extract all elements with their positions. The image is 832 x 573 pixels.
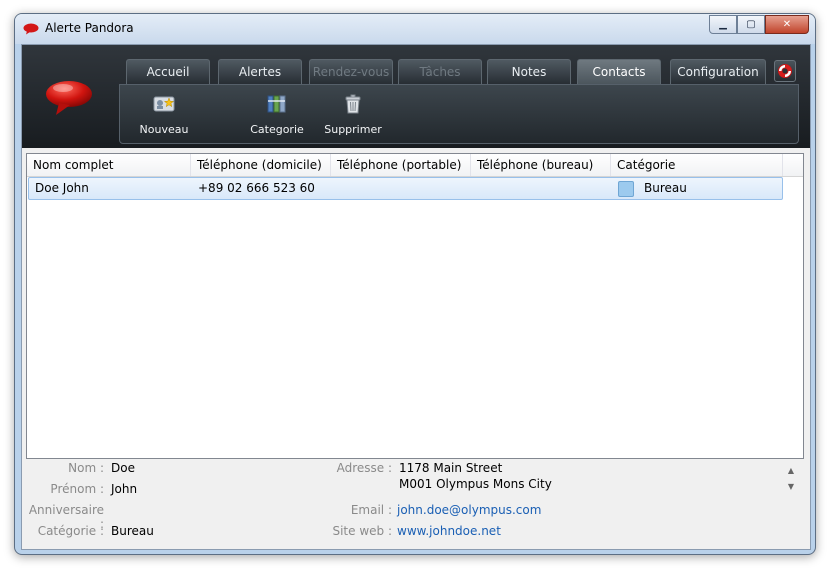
lifebuoy-icon [778,64,792,78]
value-adresse-line2: M001 Olympus Mons City [399,477,552,491]
trash-icon [345,94,361,114]
email-link[interactable]: john.doe@olympus.com [397,503,541,517]
tab-accueil[interactable]: Accueil [126,59,210,84]
column-header-phone-home[interactable]: Téléphone (domicile) [191,154,331,176]
contact-details-panel: Nom : Doe Prénom : John Anniversaire : C… [22,461,810,549]
label-email: Email : [350,503,392,517]
client-area: Accueil Alertes Rendez-vous Tâches Notes… [21,44,811,550]
tab-taches[interactable]: Tâches [398,59,482,84]
table-row[interactable]: Doe John +89 02 666 523 60 Bureau [28,177,783,200]
tab-rendez-vous[interactable]: Rendez-vous [309,59,393,84]
new-contact-label: Nouveau [139,123,189,136]
app-window: Alerte Pandora ▁ ▢ ✕ Accueil Alertes Ren… [14,13,816,555]
label-categorie: Catégorie : [37,524,104,538]
cell-phone-mobile [332,178,472,199]
window-controls: ▁ ▢ ✕ [709,15,809,34]
maximize-icon: ▢ [746,19,756,30]
title-bar[interactable]: Alerte Pandora ▁ ▢ ✕ [15,14,815,44]
speech-bubble-icon [23,23,39,35]
scroll-up-icon[interactable]: ▲ [784,463,798,479]
label-nom: Nom : [68,461,104,475]
tab-configuration[interactable]: Configuration [670,59,766,84]
label-site-web: Site web : [332,524,392,538]
cell-category: Bureau [612,178,778,199]
delete-label: Supprimer [324,123,382,136]
tab-contacts[interactable]: Contacts [577,59,661,85]
cell-full-name: Doe John [35,181,89,195]
contacts-toolbar: Nouveau Categorie Supprimer [119,84,799,144]
cell-phone-home: +89 02 666 523 60 [198,181,315,195]
close-icon: ✕ [782,19,792,30]
grid-header: Nom complet Téléphone (domicile) Télépho… [27,154,803,177]
category-books-icon [267,95,286,113]
maximize-button[interactable]: ▢ [737,15,765,34]
details-scrollbar[interactable]: ▲ ▼ [784,463,798,497]
value-nom: Doe [111,461,135,475]
column-header-category[interactable]: Catégorie [611,154,783,176]
column-header-phone-mobile[interactable]: Téléphone (portable) [331,154,471,176]
cell-phone-office [472,178,612,199]
minimize-icon: ▁ [719,19,727,30]
new-contact-button[interactable]: Nouveau [124,93,204,136]
website-link[interactable]: www.johndoe.net [397,524,501,538]
label-prenom: Prénom : [50,482,104,496]
column-header-phone-office[interactable]: Téléphone (bureau) [471,154,611,176]
app-header: Accueil Alertes Rendez-vous Tâches Notes… [22,45,810,148]
label-adresse: Adresse : [336,461,392,475]
contacts-grid: Nom complet Téléphone (domicile) Télépho… [26,153,804,459]
window-title: Alerte Pandora [45,21,134,35]
delete-button[interactable]: Supprimer [313,93,393,136]
category-label: Categorie [250,123,304,136]
pandora-logo-icon [46,81,92,115]
new-contact-icon [153,96,175,112]
scroll-down-icon[interactable]: ▼ [784,479,798,495]
value-prenom: John [111,482,138,496]
tab-notes[interactable]: Notes [487,59,571,84]
value-categorie: Bureau [111,524,154,538]
column-header-full-name[interactable]: Nom complet [27,154,191,176]
category-color-swatch [618,180,634,197]
help-button[interactable] [774,60,796,82]
tab-alertes[interactable]: Alertes [218,59,302,84]
minimize-button[interactable]: ▁ [709,15,737,34]
close-button[interactable]: ✕ [765,15,809,34]
category-button[interactable]: Categorie [237,93,317,136]
value-adresse-line1: 1178 Main Street [399,461,503,475]
